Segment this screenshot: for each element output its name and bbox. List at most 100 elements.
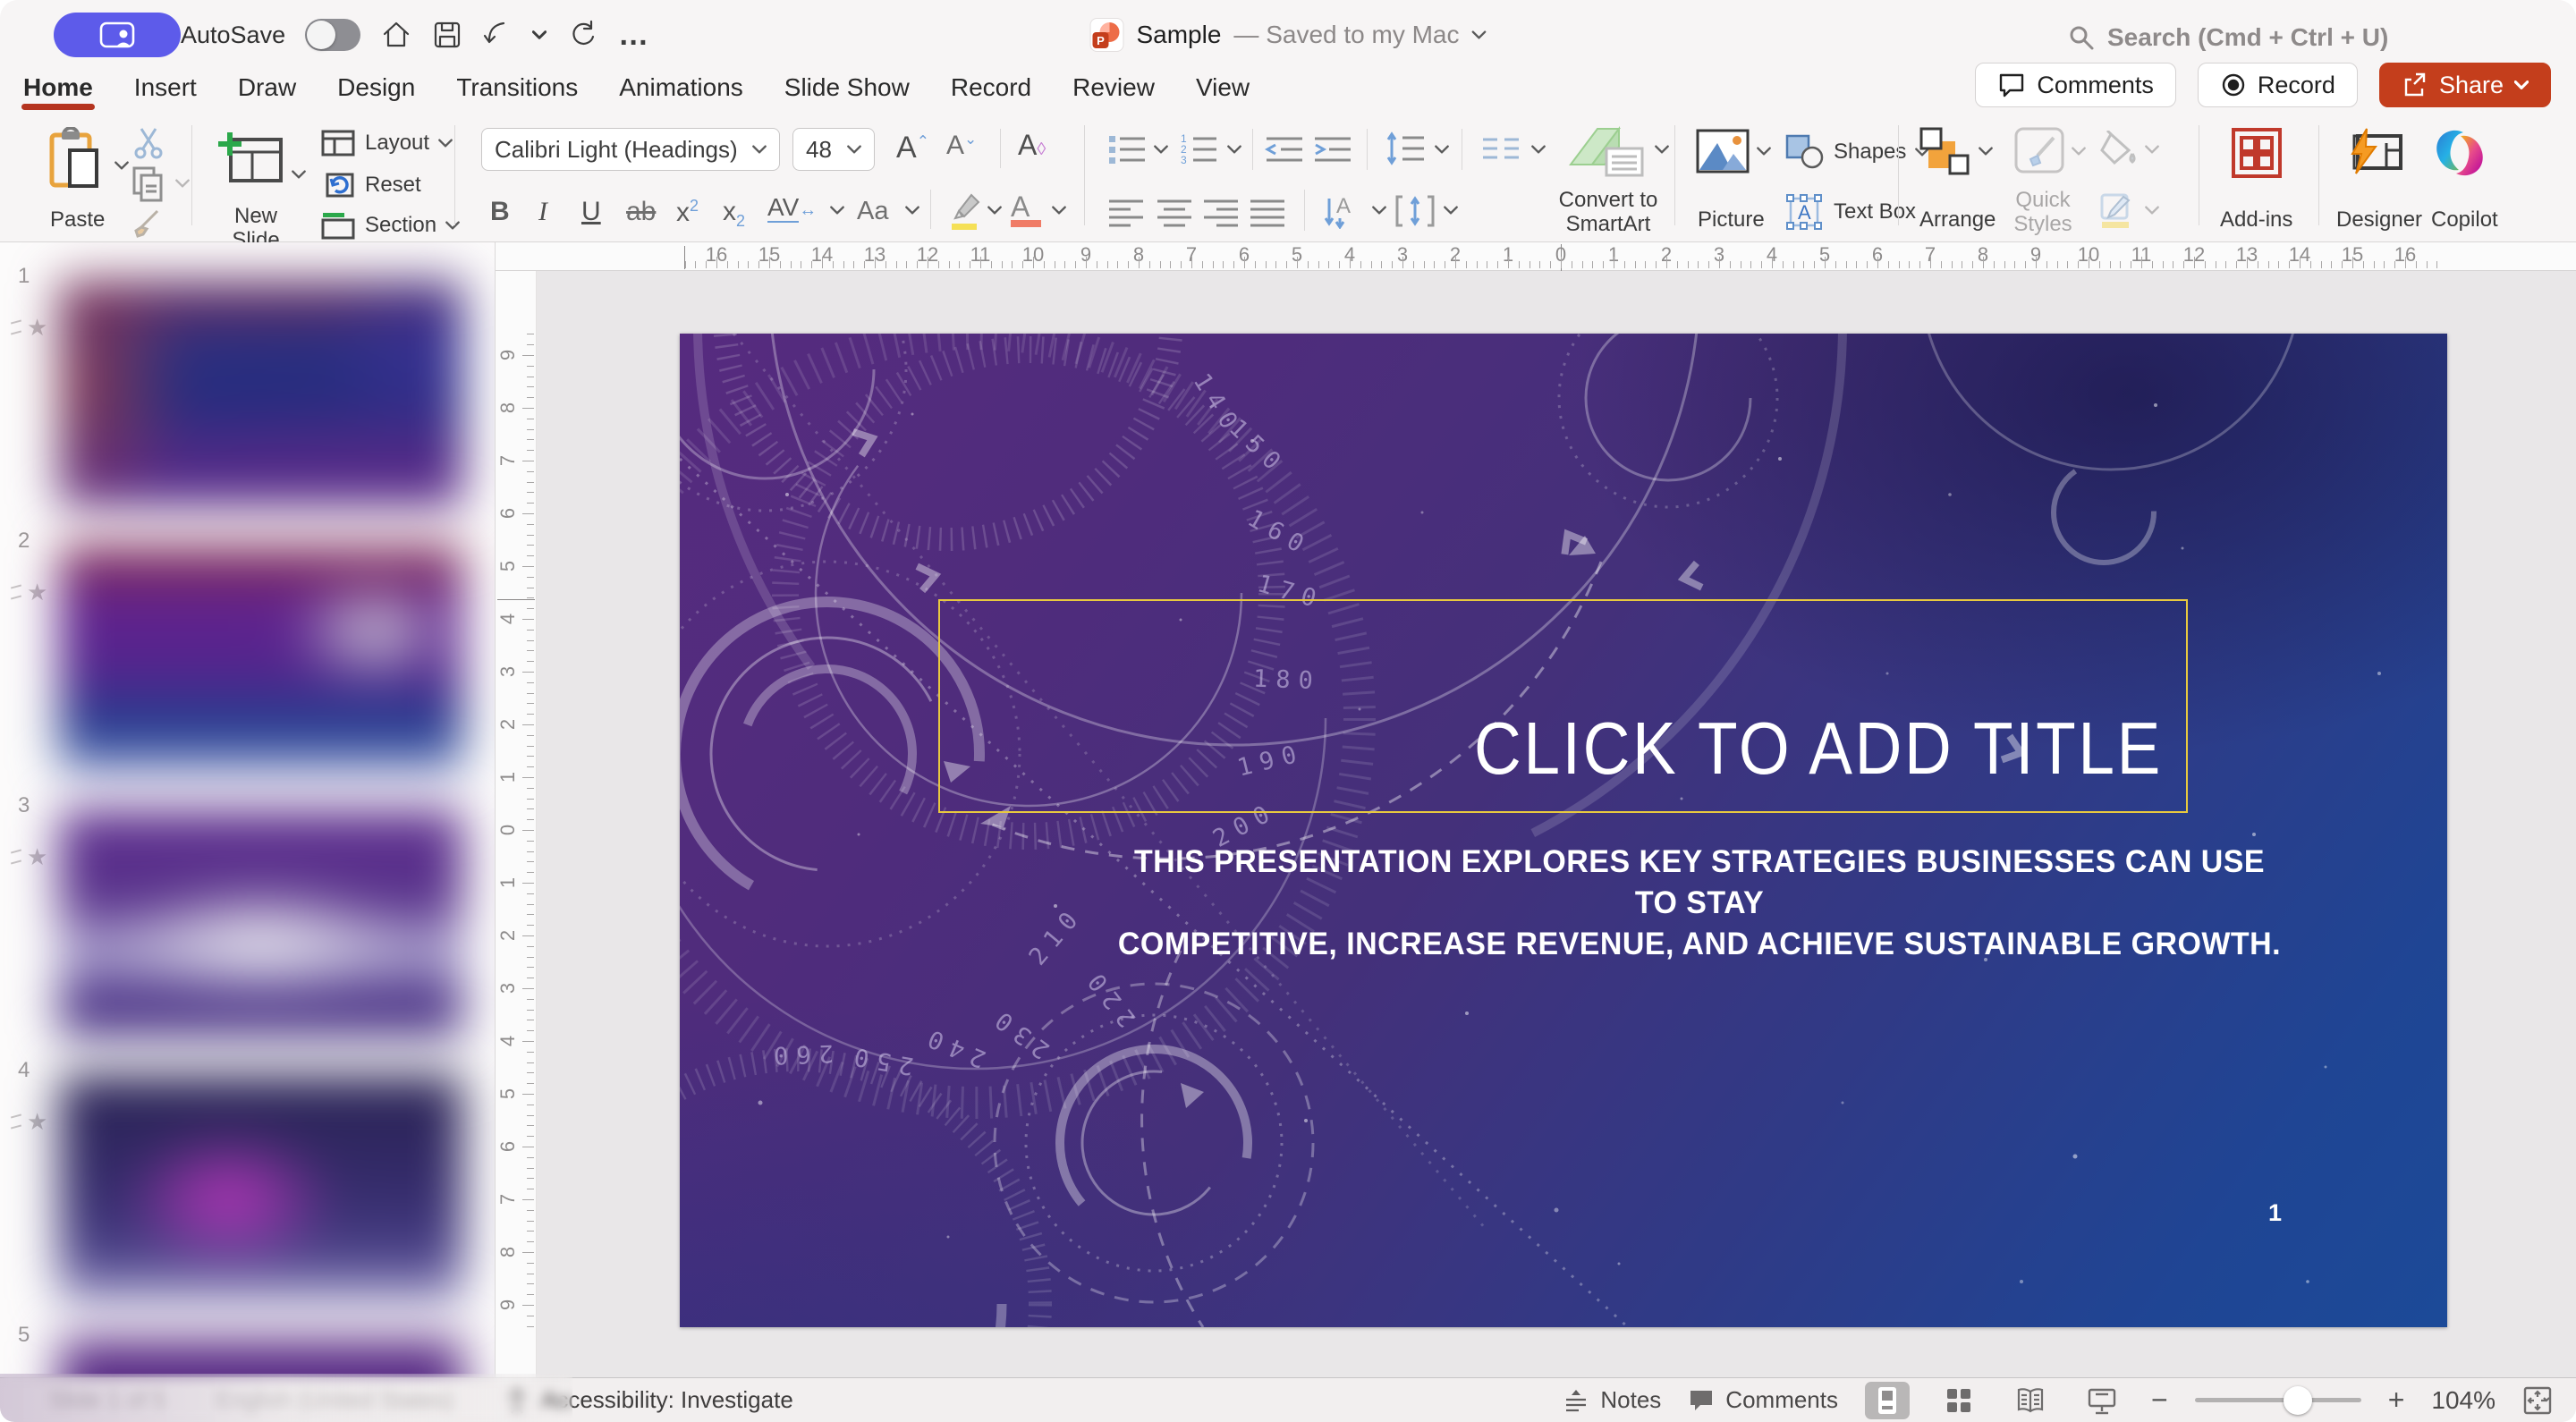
comments-toggle[interactable]: Comments <box>1688 1386 1838 1414</box>
zoom-level[interactable]: 104% <box>2431 1386 2496 1415</box>
normal-view-button[interactable] <box>1865 1381 1910 1419</box>
increase-indent-button[interactable] <box>1313 132 1352 171</box>
share-button[interactable]: Share <box>2378 63 2551 107</box>
section-button[interactable]: Section <box>320 211 460 240</box>
slideshow-view-button[interactable] <box>2080 1382 2124 1419</box>
add-ins-button[interactable] <box>2231 127 2283 183</box>
tab-draw[interactable]: Draw <box>238 70 296 102</box>
slide-thumbnail-5[interactable] <box>59 1339 463 1377</box>
zoom-out-button[interactable]: − <box>2151 1384 2168 1417</box>
shape-fill-chevron-icon[interactable] <box>2145 145 2159 154</box>
italic-button[interactable]: I <box>538 197 547 227</box>
tab-animations[interactable]: Animations <box>619 70 743 102</box>
search-input[interactable]: Search (Cmd + Ctrl + U) <box>2068 23 2388 52</box>
document-title-group[interactable]: P Sample — Saved to my Mac <box>1089 0 1487 70</box>
line-spacing-button[interactable] <box>1385 131 1426 173</box>
text-box-button[interactable]: A Text Box <box>1785 193 1916 231</box>
tab-transitions[interactable]: Transitions <box>456 70 578 102</box>
columns-chevron-icon[interactable] <box>1531 145 1546 154</box>
decrease-indent-button[interactable] <box>1264 132 1304 171</box>
picture-chevron-icon[interactable] <box>1757 147 1771 156</box>
format-painter-icon[interactable] <box>131 207 166 246</box>
shape-outline-button[interactable] <box>2098 191 2138 233</box>
columns-button[interactable] <box>1481 134 1522 169</box>
tab-record[interactable]: Record <box>951 70 1031 102</box>
app-switcher-button[interactable] <box>54 13 181 57</box>
comments-button[interactable]: Comments <box>1975 63 2176 107</box>
underline-button[interactable]: U <box>581 197 601 227</box>
text-direction-button[interactable]: A <box>1322 193 1363 233</box>
bold-button[interactable]: B <box>490 197 510 227</box>
text-direction-chevron-icon[interactable] <box>1372 206 1386 215</box>
align-left-button[interactable] <box>1107 197 1145 232</box>
shrink-font-button[interactable]: A⌄ <box>946 131 977 161</box>
layout-button[interactable]: Layout <box>320 129 453 157</box>
shape-fill-button[interactable] <box>2098 129 2138 171</box>
undo-icon[interactable] <box>482 19 513 51</box>
more-commands-icon[interactable]: … <box>618 18 648 53</box>
strikethrough-button[interactable]: ab <box>626 197 656 227</box>
tab-insert[interactable]: Insert <box>134 70 197 102</box>
tab-home[interactable]: Home <box>21 70 95 110</box>
shape-outline-chevron-icon[interactable] <box>2145 206 2159 215</box>
convert-smartart-button[interactable] <box>1567 125 1648 185</box>
record-button[interactable]: Record <box>2197 63 2358 107</box>
undo-chevron-icon[interactable] <box>532 30 547 39</box>
align-center-button[interactable] <box>1156 197 1193 232</box>
clear-formatting-button[interactable]: A◊ <box>1018 129 1046 162</box>
subtitle-text[interactable]: THIS PRESENTATION EXPLORES KEY STRATEGIE… <box>1109 842 2289 965</box>
language-status[interactable]: English (United States) <box>216 1386 453 1414</box>
highlight-chevron-icon[interactable] <box>987 206 1002 215</box>
justify-button[interactable] <box>1249 197 1286 232</box>
font-color-chevron-icon[interactable] <box>1052 206 1066 215</box>
copy-chevron-icon[interactable] <box>175 179 190 188</box>
change-case-button[interactable]: Aa <box>857 197 888 226</box>
slide-thumbnail-1[interactable] <box>59 280 463 507</box>
font-size-combo[interactable]: 48 <box>792 128 875 171</box>
tab-slide-show[interactable]: Slide Show <box>784 70 910 102</box>
editor-canvas[interactable]: 140 150 160 170 180 190 200 210 220 230 240 250 260 … <box>537 271 2576 1377</box>
smartart-chevron-icon[interactable] <box>1655 145 1669 154</box>
tab-view[interactable]: View <box>1196 70 1250 102</box>
superscript-button[interactable]: x2 <box>676 197 699 228</box>
cut-icon[interactable] <box>131 125 166 165</box>
new-slide-chevron-icon[interactable] <box>292 170 306 179</box>
paste-button[interactable] <box>47 126 106 198</box>
picture-button[interactable] <box>1696 129 1750 178</box>
align-text-button[interactable] <box>1395 193 1435 233</box>
arrange-chevron-icon[interactable] <box>1979 147 1993 156</box>
zoom-slider[interactable] <box>2194 1385 2361 1415</box>
align-right-button[interactable] <box>1202 197 1240 232</box>
tab-review[interactable]: Review <box>1072 70 1155 102</box>
spacing-chevron-icon[interactable] <box>830 206 844 215</box>
title-placeholder[interactable]: CLICK TO ADD TITLE <box>938 599 2188 813</box>
character-spacing-button[interactable]: AV↔ <box>767 193 817 223</box>
zoom-in-button[interactable]: + <box>2388 1384 2405 1417</box>
paste-chevron-icon[interactable] <box>114 161 129 170</box>
accessibility-status[interactable]: Accessibility: Investigate <box>504 1386 793 1415</box>
home-icon[interactable] <box>380 20 412 50</box>
line-spacing-chevron-icon[interactable] <box>1435 145 1449 154</box>
numbering-chevron-icon[interactable] <box>1227 145 1241 154</box>
quick-styles-button[interactable] <box>2014 127 2064 178</box>
quick-styles-chevron-icon[interactable] <box>2072 147 2086 156</box>
font-name-combo[interactable]: Calibri Light (Headings) <box>481 128 780 171</box>
designer-button[interactable] <box>2345 127 2404 182</box>
subscript-button[interactable]: x2 <box>723 197 745 231</box>
bullets-chevron-icon[interactable] <box>1154 145 1168 154</box>
slide-1-editing-surface[interactable]: 140 150 160 170 180 190 200 210 220 230 240 250 260 … <box>680 334 2447 1327</box>
shapes-button[interactable]: Shapes <box>1785 134 1930 170</box>
reading-view-button[interactable] <box>2008 1382 2053 1419</box>
slide-thumbnail-4[interactable] <box>59 1074 463 1301</box>
copy-icon[interactable] <box>129 165 168 208</box>
copilot-button[interactable] <box>2435 129 2485 182</box>
tab-design[interactable]: Design <box>337 70 415 102</box>
slide-thumbnail-2[interactable] <box>59 545 463 772</box>
redo-icon[interactable] <box>566 19 598 51</box>
arrange-button[interactable] <box>1919 127 1971 183</box>
numbering-button[interactable]: 123 <box>1179 132 1218 171</box>
font-color-button[interactable]: A <box>1011 192 1041 227</box>
save-icon[interactable] <box>432 20 462 50</box>
autosave-toggle[interactable] <box>305 19 361 51</box>
slide-thumbnail-3[interactable] <box>59 809 463 1037</box>
